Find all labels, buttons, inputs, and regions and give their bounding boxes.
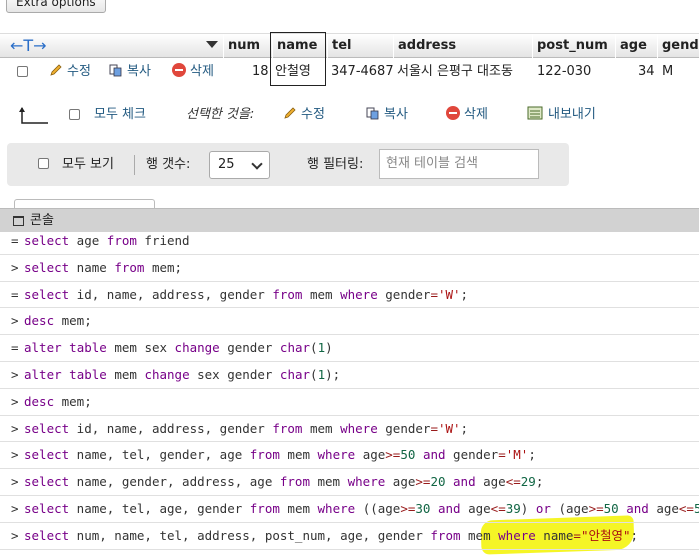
console-line[interactable]: > select num, name, tel, address, post_nu… [0, 523, 699, 550]
console-icon [13, 216, 24, 226]
name-header-outline [270, 32, 326, 58]
console-line[interactable]: = select age from friend [0, 228, 699, 255]
row-count-value: 25 [218, 157, 235, 172]
with-selected-label: 선택한 것을: [186, 107, 255, 122]
column-header-tel[interactable]: tel [327, 34, 352, 59]
cell-address[interactable]: 서울시 은평구 대조동 [397, 58, 513, 86]
delete-icon [172, 63, 186, 77]
console-line-text: alter table mem change sex gender char(1… [24, 366, 341, 382]
console-line-text: select id, name, address, gender from me… [24, 286, 469, 302]
console-line-prefix: > [11, 259, 19, 275]
check-all-label[interactable]: 모두 체크 [94, 100, 146, 130]
console-line-text: select id, name, address, gender from me… [24, 420, 469, 436]
sort-caret-icon[interactable] [206, 41, 218, 48]
cell-num[interactable]: 18 [252, 58, 269, 86]
row-count-label: 행 갯수: [146, 157, 191, 172]
console-line-prefix: = [11, 233, 19, 248]
column-header-age[interactable]: age [615, 34, 647, 59]
console-line[interactable]: > desc mem; [0, 308, 699, 336]
cell-post-num[interactable]: 122-030 [537, 58, 591, 86]
console-line-text: select name from mem; [24, 259, 183, 275]
export-icon [527, 106, 543, 120]
row-filter-label: 행 필터링: [307, 157, 364, 172]
row-delete-link[interactable]: 삭제 [172, 58, 214, 85]
table-row: 수정 복사 삭제 18 안철영 347-4687 서울시 은평구 대조동 122… [0, 58, 699, 86]
console-line[interactable]: = alter table mem sex change gender char(… [0, 335, 699, 362]
row-edit-label: 수정 [67, 64, 91, 79]
panel-separator [134, 155, 135, 175]
name-cell-outline [270, 58, 326, 86]
bulk-copy-button[interactable]: 복사 [366, 100, 408, 130]
arrow-up-corner-icon [19, 107, 48, 124]
console-line[interactable]: > select name from mem; [0, 255, 699, 282]
console-line[interactable]: > select id, name, address, gender from m… [0, 416, 699, 443]
show-all-label[interactable]: 모두 보기 [62, 143, 114, 186]
pencil-icon [50, 64, 62, 76]
pencil-icon [284, 107, 296, 119]
cell-age[interactable]: 34 [638, 58, 655, 86]
column-header-address[interactable]: address [393, 34, 456, 59]
console-line-prefix: > [11, 527, 19, 543]
console-line[interactable]: > select name, tel, gender, age from mem … [0, 442, 699, 470]
console-line-prefix: > [11, 313, 19, 329]
row-copy-label: 복사 [127, 64, 151, 79]
bulk-edit-label: 수정 [301, 107, 325, 122]
bulk-delete-label: 삭제 [464, 107, 488, 122]
check-all-checkbox[interactable] [69, 109, 80, 124]
bulk-actions-bar: 모두 체크 선택한 것을: 수정 복사 삭제 내보내기 [0, 100, 699, 130]
console-line-text: select name, gender, address, age from m… [24, 474, 544, 490]
row-count-select[interactable]: 25 [209, 151, 270, 179]
console-line[interactable]: > alter table mem change sex gender char(… [0, 362, 699, 389]
navigation-panel: 모두 보기 행 갯수: 25 행 필터링: 현재 테이블 검색 [7, 143, 569, 186]
console-line-text: select name, tel, age, gender from mem w… [24, 500, 699, 516]
column-arrows-icon[interactable]: ←T→ [10, 34, 47, 58]
show-all-checkbox[interactable] [38, 158, 49, 173]
bulk-export-label: 내보내기 [548, 107, 596, 122]
console-line[interactable]: > desc mem; [0, 389, 699, 416]
console-line-text: select num, name, tel, address, post_num… [24, 527, 639, 543]
cell-gender[interactable]: M [662, 58, 673, 86]
console-line-prefix: = [11, 340, 19, 356]
bulk-copy-label: 복사 [384, 107, 408, 122]
console-line-prefix: > [11, 474, 19, 490]
copy-icon [366, 107, 379, 120]
console-line-prefix: > [11, 366, 19, 382]
console-line-text: alter table mem sex change gender char(1… [24, 340, 333, 356]
column-header-gender[interactable]: gender [657, 34, 699, 59]
column-header-post-num[interactable]: post_num [532, 34, 608, 59]
column-header-num[interactable]: num [223, 34, 260, 59]
console-line-prefix: > [11, 420, 19, 436]
console-line-text: select name, tel, gender, age from mem w… [24, 447, 536, 463]
console-line-prefix: > [11, 447, 19, 463]
console-history: = select age from friend > select name from… [0, 228, 699, 550]
row-checkbox[interactable] [17, 66, 28, 81]
console-line-prefix: = [11, 286, 19, 302]
chevron-down-icon [251, 158, 263, 170]
cell-tel[interactable]: 347-4687 [331, 58, 394, 86]
delete-icon [446, 106, 460, 120]
table-search-input[interactable]: 현재 테이블 검색 [379, 149, 539, 179]
console-line[interactable]: > select name, tel, age, gender from mem … [0, 496, 699, 523]
console-line-prefix: > [11, 393, 19, 409]
console-line[interactable]: = select id, name, address, gender from m… [0, 282, 699, 309]
bulk-edit-button[interactable]: 수정 [283, 100, 325, 130]
bulk-export-button[interactable]: 내보내기 [527, 100, 596, 130]
console-line-prefix: > [11, 500, 19, 516]
bulk-delete-button[interactable]: 삭제 [446, 100, 488, 130]
table-header: ←T→ num name tel address post_num age ge… [0, 33, 699, 59]
copy-icon [109, 64, 122, 77]
phpmyadmin-view: Extra options ←T→ num name tel address p… [0, 0, 699, 556]
row-copy-link[interactable]: 복사 [109, 58, 151, 85]
row-delete-label: 삭제 [190, 64, 214, 79]
row-edit-link[interactable]: 수정 [49, 58, 91, 85]
console-line-text: select age from friend [24, 233, 190, 248]
console-line-text: desc mem; [24, 313, 92, 329]
console-line[interactable]: > select name, gender, address, age from … [0, 469, 699, 496]
extra-options-button[interactable]: Extra options [6, 0, 106, 13]
console-line-text: desc mem; [24, 393, 92, 409]
